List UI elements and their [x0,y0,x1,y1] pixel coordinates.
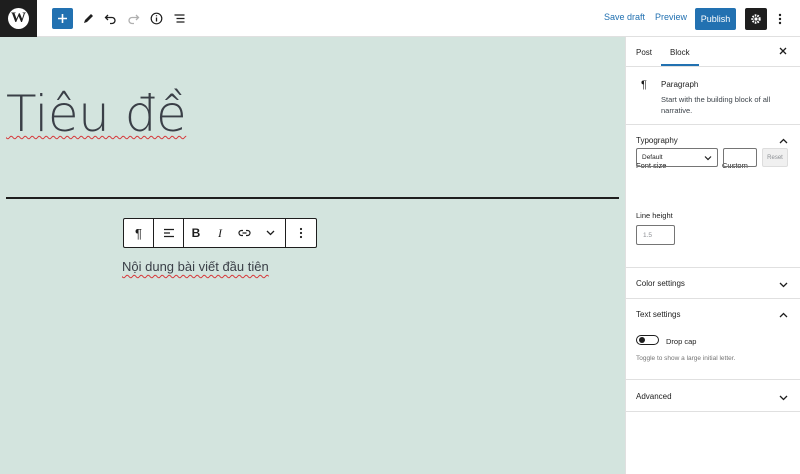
edit-tool-button[interactable] [78,8,99,29]
publish-button[interactable]: Publish [695,8,736,30]
post-title[interactable]: Tiêu đề [6,85,187,143]
font-size-value: Default [642,154,663,161]
block-card: ¶ Paragraph Start with the building bloc… [626,67,800,125]
active-tab-indicator [661,64,699,66]
more-options-button[interactable] [769,8,790,29]
details-button[interactable] [146,8,167,29]
drop-cap-label: Drop cap [666,337,697,346]
align-left-icon [163,228,174,238]
list-view-icon [174,14,185,23]
tab-post[interactable]: Post [636,48,652,57]
chevron-down-icon [266,230,275,236]
close-sidebar-button[interactable] [779,46,787,58]
advanced-panel: Advanced [626,380,800,412]
drop-cap-toggle[interactable] [636,335,659,345]
text-settings-toggle[interactable]: Text settings [636,310,680,319]
close-icon [779,47,787,55]
chevron-up-icon[interactable] [779,137,788,146]
sidebar-tabs: Post Block [626,37,800,67]
info-icon [150,12,163,25]
custom-font-size-input[interactable] [723,148,757,167]
pilcrow-icon: ¶ [135,225,142,241]
reset-font-size-button[interactable]: Reset [762,148,788,167]
drop-cap-help: Toggle to show a large initial letter. [636,355,736,362]
settings-button[interactable] [745,8,767,30]
block-toolbar: ¶ B I [123,218,317,248]
chevron-up-icon[interactable] [779,311,788,320]
typography-panel-toggle[interactable]: Typography [636,136,678,145]
editor-header: W Save draft Preview Publish [0,0,800,37]
italic-button[interactable]: I [208,219,232,247]
add-block-button[interactable] [52,8,73,29]
chevron-down-icon[interactable] [779,280,788,289]
align-button[interactable] [154,219,183,247]
editor-canvas: Tiêu đề ¶ B I Nội dung bài viết đầu tiên [0,37,625,474]
block-type-button[interactable]: ¶ [124,219,153,247]
font-size-select[interactable]: Default [636,148,718,167]
list-view-button[interactable] [169,8,190,29]
pencil-icon [84,14,93,23]
vertical-ellipsis-icon [299,227,302,239]
chevron-down-icon[interactable] [779,393,788,402]
link-button[interactable] [232,219,256,247]
undo-button[interactable] [100,8,121,29]
save-draft-button[interactable]: Save draft [604,12,645,22]
line-height-input[interactable]: 1.5 [636,225,675,245]
bold-button[interactable]: B [184,219,208,247]
undo-icon [104,14,116,25]
color-settings-panel: Color settings [626,268,800,299]
link-icon [237,229,251,237]
pilcrow-icon: ¶ [641,79,647,91]
line-height-label: Line height [636,211,673,220]
more-rich-text-button[interactable] [256,219,285,247]
block-options-button[interactable] [286,219,315,247]
tab-block[interactable]: Block [670,48,690,57]
color-settings-toggle[interactable]: Color settings [636,279,685,288]
vertical-ellipsis-icon [778,13,781,24]
toggle-knob [639,337,645,343]
typography-panel: Typography [626,125,800,268]
settings-sidebar: Post Block ¶ Paragraph Start with the bu… [625,37,800,474]
redo-button[interactable] [123,8,144,29]
preview-button[interactable]: Preview [655,12,687,22]
redo-icon [128,14,140,25]
block-description: Start with the building block of all nar… [661,95,771,115]
wordpress-logo-icon[interactable]: W [0,0,37,37]
chevron-down-icon [704,156,712,161]
advanced-toggle[interactable]: Advanced [636,392,672,401]
gear-icon [751,14,761,24]
block-name: Paragraph [661,80,699,89]
bold-icon: B [191,226,201,240]
italic-icon: I [218,225,222,240]
plus-icon [58,14,67,23]
paragraph-block[interactable]: Nội dung bài viết đầu tiên [122,259,269,274]
separator-block[interactable] [6,197,619,199]
